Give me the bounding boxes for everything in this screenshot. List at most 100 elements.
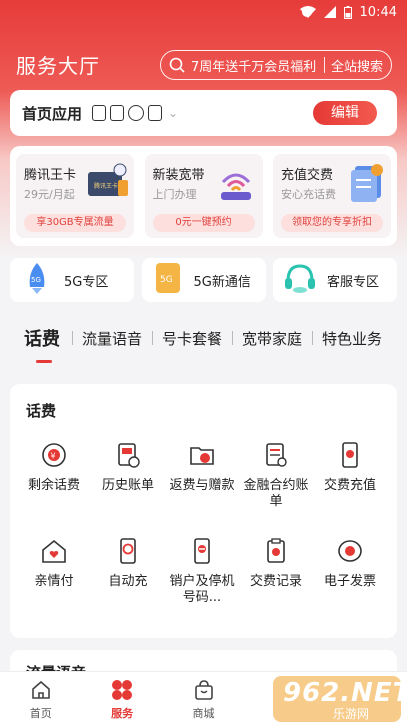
site-watermark: 962.NET 乐游网 xyxy=(273,676,407,722)
grid-item-e-invoice[interactable]: 电子发票 xyxy=(313,536,387,590)
grid-item-closed-numbers[interactable]: 销户及停机号码... xyxy=(165,536,239,606)
grid-item-rebate[interactable]: 返费与赠款 xyxy=(165,440,239,494)
invoice-seal-icon xyxy=(335,536,365,566)
site-search-button[interactable]: 全站搜索 xyxy=(331,56,383,75)
zone-badge: 5G xyxy=(31,276,41,284)
headset-icon xyxy=(283,261,317,299)
service-icon xyxy=(81,678,162,702)
grid-item-auto-recharge[interactable]: 自动充 xyxy=(91,536,165,590)
grid-item-history-bill[interactable]: 历史账单 xyxy=(91,440,165,494)
tab-fee[interactable]: 话费 xyxy=(24,325,72,351)
zone-5g-new-comm[interactable]: 5G 5G新通信 xyxy=(141,258,266,302)
promo-subtitle: 29元/月起 xyxy=(24,188,75,201)
shopping-bag-icon xyxy=(163,678,244,702)
tab-special-services[interactable]: 特色业务 xyxy=(312,328,392,349)
king-card-icon: 腾讯王卡 xyxy=(86,160,130,210)
record-clipboard-icon xyxy=(261,536,291,566)
promo-card-tencent[interactable]: 腾讯王卡 29元/月起 腾讯王卡 享30GB专属流量 xyxy=(16,154,134,238)
promo-subtitle: 安心充话费 xyxy=(281,188,336,201)
promo-pill[interactable]: 0元一键预约 xyxy=(152,214,255,232)
king-card-text: 腾讯王卡 xyxy=(94,182,118,190)
search-divider xyxy=(323,57,325,73)
chevron-down-icon[interactable]: ⌄ xyxy=(168,106,178,120)
nav-label: 服务 xyxy=(111,707,134,720)
grid-item-family-pay[interactable]: 亲情付 xyxy=(17,536,91,590)
promo-title: 腾讯王卡 xyxy=(24,168,77,183)
tab-sim-plan[interactable]: 号卡套餐 xyxy=(152,328,232,349)
yen-coin-icon: ¥ xyxy=(39,440,69,470)
contract-bill-icon xyxy=(261,440,291,470)
page-title: 服务大厅 xyxy=(16,54,100,78)
zone-5g[interactable]: 5G 5G专区 xyxy=(10,258,134,302)
grid-item-label: 自动充 xyxy=(108,574,148,589)
zone-row: 5G 5G专区 5G 5G新通信 客服专区 xyxy=(10,258,397,302)
globe-mini-icon xyxy=(128,105,145,121)
grid-item-balance[interactable]: ¥ 剩余话费 xyxy=(17,440,91,494)
promo-title: 新装宽带 xyxy=(152,168,205,183)
header: 服务大厅 7周年送千万会员福利 全站搜索 xyxy=(0,44,407,84)
sim-mini-icon xyxy=(148,105,163,121)
nav-label: 首页 xyxy=(29,707,52,720)
category-tabs: 话费 流量语音 号卡套餐 宽带家庭 特色业务 xyxy=(0,328,407,368)
notification-dot-icon xyxy=(302,7,312,17)
rocket-5g-icon: 5G xyxy=(20,261,54,299)
sim-5g-icon: 5G xyxy=(152,261,184,299)
grid-item-label: 交费记录 xyxy=(249,574,302,589)
grid-item-label: 剩余话费 xyxy=(27,478,80,493)
grid-item-label: 金融合约账单 xyxy=(243,478,309,509)
tab-data-voice[interactable]: 流量语音 xyxy=(72,328,152,349)
promo-title: 充值交费 xyxy=(281,168,334,183)
edit-button[interactable]: 编辑 xyxy=(313,101,377,125)
search-icon xyxy=(169,57,185,73)
nav-mall[interactable]: 商城 xyxy=(163,672,244,725)
router-icon xyxy=(213,160,259,210)
phone-block-icon xyxy=(187,536,217,566)
status-time: 10:44 xyxy=(359,4,397,20)
promo-subtitle: 上门办理 xyxy=(152,188,197,201)
folder-yen-icon xyxy=(187,440,217,470)
zone-label: 5G专区 xyxy=(64,274,109,290)
zone-label: 客服专区 xyxy=(327,274,380,290)
promo-card-recharge[interactable]: 充值交费 安心充话费 领取您的专享折扣 xyxy=(273,154,391,238)
promo-pill[interactable]: 享30GB专属流量 xyxy=(24,214,126,232)
home-apps-label: 首页应用 xyxy=(22,104,83,123)
grid-item-label: 交费充值 xyxy=(323,478,376,493)
watermark-sub: 乐游网 xyxy=(333,707,370,721)
house-heart-icon xyxy=(39,536,69,566)
search-bar[interactable]: 7周年送千万会员福利 全站搜索 xyxy=(160,50,392,80)
exchange-mini-icon xyxy=(110,105,125,121)
zone-customer-service[interactable]: 客服专区 xyxy=(273,258,397,302)
zone-label: 5G新通信 xyxy=(193,274,251,290)
grid-item-label: 亲情付 xyxy=(34,574,74,589)
home-apps-bar: 首页应用 ⌄ 编辑 xyxy=(10,90,397,136)
bill-icon xyxy=(347,160,387,210)
nav-service[interactable]: 服务 xyxy=(81,672,162,725)
battery-icon xyxy=(343,5,352,19)
watermark-main: 962.NET xyxy=(283,678,407,708)
history-bill-icon xyxy=(113,440,143,470)
grid-item-label: 返费与赠款 xyxy=(169,478,235,493)
grid-item-label: 历史账单 xyxy=(101,478,154,493)
phone-auto-icon xyxy=(113,536,143,566)
grid-item-finance-contract[interactable]: 金融合约账单 xyxy=(239,440,313,510)
search-input[interactable]: 7周年送千万会员福利 xyxy=(191,56,318,75)
home-icon xyxy=(0,678,81,702)
promo-section: 腾讯王卡 29元/月起 腾讯王卡 享30GB专属流量 新装宽带 上门办理 0元一… xyxy=(10,146,397,246)
tab-broadband-home[interactable]: 宽带家庭 xyxy=(232,328,312,349)
grid-item-label: 销户及停机号码... xyxy=(169,574,235,605)
grid-item-payment-record[interactable]: 交费记录 xyxy=(239,536,313,590)
grid-item-recharge[interactable]: 交费充值 xyxy=(313,440,387,494)
phone-yen-icon xyxy=(335,440,365,470)
promo-card-broadband[interactable]: 新装宽带 上门办理 0元一键预约 xyxy=(144,154,263,238)
nav-label: 商城 xyxy=(192,707,215,720)
svg-text:¥: ¥ xyxy=(51,452,56,461)
fee-section: 话费 ¥ 剩余话费 历史账单 返费与赠款 金融合约账单 交费充值 亲情付 自动充… xyxy=(10,384,397,638)
section-title: 话费 xyxy=(26,402,57,420)
phone-mini-icon xyxy=(92,105,107,121)
home-apps-icons[interactable] xyxy=(92,105,163,121)
zone-badge: 5G xyxy=(160,275,173,285)
promo-pill[interactable]: 领取您的专享折扣 xyxy=(281,214,383,232)
nav-home[interactable]: 首页 xyxy=(0,672,81,725)
signal-icon xyxy=(323,6,336,18)
active-tab-indicator xyxy=(36,360,52,363)
